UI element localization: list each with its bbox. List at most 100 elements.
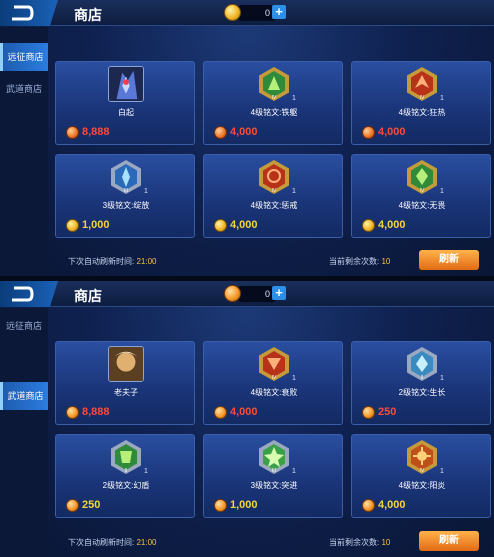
red-coin-icon — [362, 126, 375, 139]
green-hexagon-rune-icon: II — [108, 439, 144, 475]
red-hexagon-rune-icon: IV — [404, 439, 440, 475]
red-hexagon-rune-icon: IV — [404, 66, 440, 102]
shop-sidebar: 远征商店 武道商店 — [0, 27, 48, 276]
item-name: 2级铭文:幻盾 — [102, 481, 150, 490]
red-coin-icon — [66, 126, 79, 139]
item-price: 4,000 — [230, 219, 258, 231]
remaining-label: 当前剩余次数: — [329, 538, 380, 547]
item-price: 4,000 — [378, 126, 406, 138]
svg-text:IV: IV — [420, 95, 425, 101]
next-refresh-label: 下次自动刷新时间: — [68, 257, 135, 266]
next-refresh-time: 21:00 — [136, 538, 157, 547]
back-arrow-icon — [12, 286, 34, 302]
sidebar-item-expedition-shop[interactable]: 远征商店 — [0, 43, 48, 71]
item-price: 4,000 — [230, 406, 258, 418]
sidebar-item-expedition-shop[interactable]: 远征商店 — [0, 312, 48, 340]
item-quantity: 1 — [292, 375, 296, 382]
item-price: 1,000 — [82, 219, 110, 231]
orange-coin-icon — [214, 406, 227, 419]
back-button[interactable] — [0, 281, 58, 307]
green-hexagon-rune-icon: III — [256, 439, 292, 475]
remaining-refresh-info: 当前剩余次数: 10 — [329, 537, 390, 548]
next-refresh-time: 21:00 — [136, 257, 157, 266]
top-bar: 商店 0 + — [0, 281, 494, 307]
svg-text:IV: IV — [272, 375, 277, 381]
item-name: 4级铭文:衰败 — [250, 388, 298, 397]
item-name: 白起 — [118, 108, 134, 117]
item-quantity: 1 — [292, 188, 296, 195]
svg-text:IV: IV — [272, 95, 277, 101]
item-name: 4级铭文:狂热 — [398, 108, 446, 117]
item-name: 4级铭文:阳炎 — [398, 481, 446, 490]
item-price: 8,888 — [82, 406, 110, 418]
orange-coin-icon — [66, 406, 79, 419]
item-quantity: 1 — [440, 375, 444, 382]
next-refresh-label: 下次自动刷新时间: — [68, 538, 135, 547]
item-quantity: 1 — [292, 468, 296, 475]
svg-text:IV: IV — [420, 188, 425, 194]
shop-item-card[interactable]: 老夫子 8,888 — [55, 341, 195, 425]
svg-text:III: III — [272, 468, 276, 474]
add-currency-button[interactable]: + — [272, 286, 286, 300]
shop-item-card[interactable]: IV 1 4级铭文:惩戒 4,000 — [203, 154, 343, 238]
shop-item-card[interactable]: 白起 8,888 — [55, 61, 195, 145]
shop-item-card[interactable]: II 1 2级铭文:生长 250 — [351, 341, 491, 425]
currency-value: 0 — [238, 5, 276, 21]
shop-item-card[interactable]: III 1 3级铭文:突进 1,000 — [203, 434, 343, 518]
item-name: 3级铭文:突进 — [250, 481, 298, 490]
item-price: 8,888 — [82, 126, 110, 138]
orange-coin-icon — [214, 499, 227, 512]
item-name: 2级铭文:生长 — [398, 388, 446, 397]
svg-text:II: II — [421, 375, 424, 381]
svg-text:III: III — [124, 188, 128, 194]
shop-item-card[interactable]: IV 1 4级铭文:铁躯 4,000 — [203, 61, 343, 145]
blue-hexagon-rune-icon: III — [108, 159, 144, 195]
add-currency-button[interactable]: + — [272, 5, 286, 19]
refresh-button[interactable]: 刷新 — [419, 531, 479, 551]
page-title: 商店 — [74, 7, 102, 23]
currency-display: 0 + — [224, 4, 286, 22]
item-quantity: 1 — [144, 468, 148, 475]
next-refresh-info: 下次自动刷新时间: 21:00 — [68, 256, 157, 267]
coin-icon — [224, 4, 241, 21]
shop-item-card[interactable]: IV 1 4级铭文:狂热 4,000 — [351, 61, 491, 145]
item-quantity: 1 — [144, 188, 148, 195]
svg-text:IV: IV — [272, 188, 277, 194]
shop-item-card[interactable]: III 1 3级铭文:绽放 1,000 — [55, 154, 195, 238]
orange-coin-icon — [66, 499, 79, 512]
sidebar-item-martial-shop[interactable]: 武道商店 — [0, 75, 48, 103]
item-price: 250 — [82, 499, 101, 511]
remaining-count: 10 — [381, 538, 391, 547]
item-price: 4,000 — [378, 499, 406, 511]
item-name: 4级铭文:惩戒 — [250, 201, 298, 210]
back-arrow-icon — [12, 5, 34, 21]
remaining-count: 10 — [381, 257, 391, 266]
remaining-label: 当前剩余次数: — [329, 257, 380, 266]
top-bar: 商店 0 + — [0, 0, 494, 26]
page-title: 商店 — [74, 288, 102, 304]
shop-item-card[interactable]: IV 1 4级铭文:阳炎 4,000 — [351, 434, 491, 518]
refresh-button[interactable]: 刷新 — [419, 250, 479, 270]
currency-display: 0 + — [224, 285, 286, 303]
shop-panel-expedition: 商店 0 + 远征商店 武道商店 白起 8,888 IV 1 4级铭文:铁躯 4… — [0, 0, 494, 276]
hero-laofuzi-portrait — [108, 346, 144, 382]
next-refresh-info: 下次自动刷新时间: 21:00 — [68, 537, 157, 548]
shop-sidebar: 远征商店 武道商店 — [0, 308, 48, 557]
shop-item-card[interactable]: IV 1 4级铭文:衰败 4,000 — [203, 341, 343, 425]
green-hexagon-rune-icon: IV — [256, 66, 292, 102]
sidebar-item-martial-shop[interactable]: 武道商店 — [0, 382, 48, 410]
item-name: 4级铭文:无畏 — [398, 201, 446, 210]
item-quantity: 1 — [440, 468, 444, 475]
item-name: 4级铭文:铁躯 — [250, 108, 298, 117]
green-hexagon-rune-icon: IV — [404, 159, 440, 195]
shop-item-card[interactable]: II 1 2级铭文:幻盾 250 — [55, 434, 195, 518]
shop-item-card[interactable]: IV 1 4级铭文:无畏 4,000 — [351, 154, 491, 238]
item-quantity: 1 — [292, 95, 296, 102]
gold-coin-icon — [214, 219, 227, 232]
orange-coin-icon — [362, 406, 375, 419]
shop-panel-martial: 商店 0 + 远征商店 武道商店 老夫子 8,888 IV 1 4级铭文:衰败 … — [0, 281, 494, 557]
red-hexagon-rune-icon: IV — [256, 346, 292, 382]
item-quantity: 1 — [440, 188, 444, 195]
item-price: 4,000 — [378, 219, 406, 231]
back-button[interactable] — [0, 0, 58, 26]
